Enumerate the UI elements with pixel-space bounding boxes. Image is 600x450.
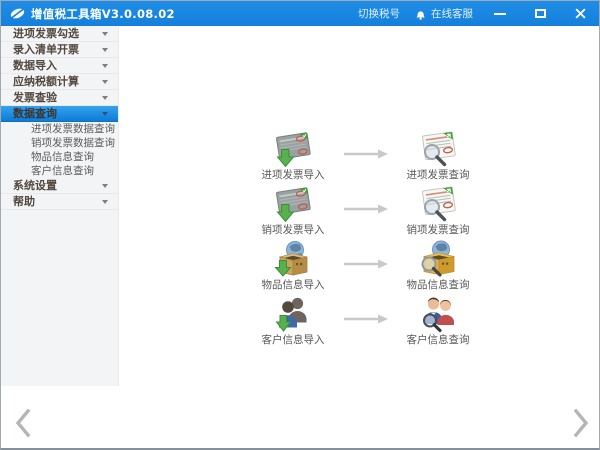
goods-info-query-shortcut[interactable]: 物品信息查询 <box>390 239 486 292</box>
switch-tax-number-button[interactable]: 切换税号 <box>358 6 400 21</box>
chevron-down-icon <box>102 80 108 84</box>
window-body: 进项发票勾选 录入清单开票 数据导入 应纳税额计算 发票查验 数据查询 进项发票… <box>1 26 599 448</box>
submenu-output-invoice-data-query[interactable]: 销项发票数据查询 <box>1 136 118 150</box>
window-title: 增值税工具箱V3.0.08.02 <box>31 6 175 21</box>
output-invoice-query-shortcut[interactable]: 销项发票查询 <box>390 184 486 237</box>
chevron-down-icon <box>102 200 108 204</box>
close-button[interactable] <box>567 5 593 23</box>
prev-page-button[interactable] <box>13 408 33 442</box>
goods-box-search-icon <box>420 239 456 277</box>
sidebar-item-data-query[interactable]: 数据查询 <box>1 106 118 122</box>
chevron-down-icon <box>102 112 108 116</box>
invoice-import-icon <box>275 131 312 168</box>
chevron-down-icon <box>102 32 108 36</box>
invoice-import-icon <box>275 186 312 223</box>
output-invoice-import-shortcut[interactable]: 销项发票导入 <box>245 184 341 237</box>
sidebar: 进项发票勾选 录入清单开票 数据导入 应纳税额计算 发票查验 数据查询 进项发票… <box>1 26 119 386</box>
titlebar-actions: 切换税号 在线客服 <box>358 5 593 23</box>
sidebar-item-data-import[interactable]: 数据导入 <box>1 58 118 74</box>
sidebar-item-input-invoice-select[interactable]: 进项发票勾选 <box>1 26 118 42</box>
flow-row-goods-info: 物品信息导入 物品信息查询 <box>245 239 486 292</box>
sidebar-item-invoice-verify[interactable]: 发票查验 <box>1 90 118 106</box>
minimize-button[interactable] <box>487 5 513 23</box>
customer-info-query-shortcut[interactable]: 客户信息查询 <box>390 294 486 347</box>
maximize-button[interactable] <box>527 5 553 23</box>
arrow-right-icon <box>341 199 390 218</box>
submenu-customer-info-query[interactable]: 客户信息查询 <box>1 164 118 178</box>
app-window: 增值税工具箱V3.0.08.02 切换税号 在线客服 进项发票勾选 录入清单开票… <box>0 0 600 450</box>
online-service-button[interactable]: 在线客服 <box>414 6 473 21</box>
chevron-down-icon <box>102 96 108 100</box>
customers-search-icon <box>422 295 456 333</box>
sidebar-item-tax-calculation[interactable]: 应纳税额计算 <box>1 74 118 90</box>
next-page-button[interactable] <box>571 408 591 442</box>
customers-import-icon <box>276 297 307 332</box>
chevron-left-icon <box>15 408 31 438</box>
chevron-right-icon <box>573 408 589 438</box>
arrow-right-icon <box>341 144 390 163</box>
flow-row-input-invoice: 进项发票导入 进项发票查询 <box>245 129 486 182</box>
invoice-search-icon <box>420 185 458 222</box>
titlebar: 增值税工具箱V3.0.08.02 切换税号 在线客服 <box>1 1 599 26</box>
chevron-down-icon <box>102 184 108 188</box>
arrow-right-icon <box>341 309 390 328</box>
maximize-icon <box>534 9 546 18</box>
goods-box-import-icon <box>275 241 308 277</box>
sidebar-item-settings[interactable]: 系统设置 <box>1 178 118 194</box>
data-flow-panel: 进项发票导入 进项发票查询 销项发票导入 销项发票查询 物品信息导入 物品信息查… <box>245 129 486 349</box>
sidebar-item-help[interactable]: 帮助 <box>1 194 118 210</box>
flow-row-customer-info: 客户信息导入 客户信息查询 <box>245 294 486 347</box>
customer-info-import-shortcut[interactable]: 客户信息导入 <box>245 294 341 347</box>
app-logo-icon <box>10 8 25 19</box>
chevron-down-icon <box>102 48 108 52</box>
input-invoice-query-shortcut[interactable]: 进项发票查询 <box>390 129 486 182</box>
chevron-down-icon <box>102 64 108 68</box>
flow-row-output-invoice: 销项发票导入 销项发票查询 <box>245 184 486 237</box>
submenu-input-invoice-data-query[interactable]: 进项发票数据查询 <box>1 122 118 136</box>
minimize-icon <box>494 12 506 15</box>
submenu-goods-info-query[interactable]: 物品信息查询 <box>1 150 118 164</box>
bell-icon <box>416 10 425 20</box>
invoice-search-icon <box>420 130 458 167</box>
close-icon <box>574 8 586 19</box>
arrow-right-icon <box>341 254 390 273</box>
input-invoice-import-shortcut[interactable]: 进项发票导入 <box>245 129 341 182</box>
sidebar-item-list-billing[interactable]: 录入清单开票 <box>1 42 118 58</box>
goods-info-import-shortcut[interactable]: 物品信息导入 <box>245 239 341 292</box>
